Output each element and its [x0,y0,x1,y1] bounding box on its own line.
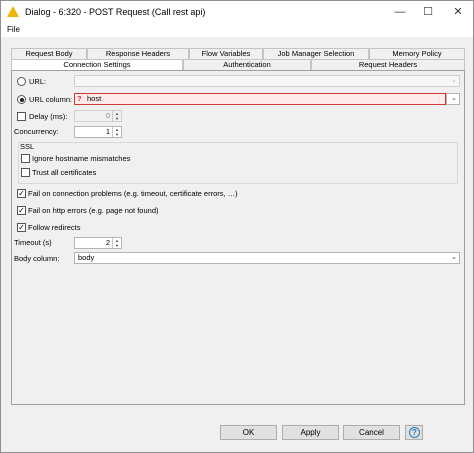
url-column-radio[interactable] [17,95,26,104]
url-column-dropdown[interactable]: ⌄ [446,93,460,105]
chevron-down-icon: ⌄ [451,77,457,84]
timeout-spinner[interactable]: 2 ▲ ▼ [74,237,122,249]
url-column-label: URL column: [29,95,73,104]
body-column-value: body [78,253,95,262]
fail-http-checkbox[interactable]: ✓ [17,206,26,215]
tab-connection-settings[interactable]: Connection Settings [11,59,183,70]
dialog-window: Dialog - 6:320 - POST Request (Call rest… [0,0,474,453]
tab-flow-variables[interactable]: Flow Variables [189,48,263,59]
concurrency-value: 1 [105,127,110,136]
warning-question-icon: ? [77,94,82,103]
fail-http-label: Fail on http errors (e.g. page not found… [28,206,159,215]
delay-spinner[interactable]: 0 ▲ ▼ [74,110,122,122]
delay-label: Delay (ms): [29,112,68,121]
follow-redirects-checkbox[interactable]: ✓ [17,223,26,232]
delay-checkbox[interactable] [17,112,26,121]
tab-request-headers[interactable]: Request Headers [311,59,465,70]
window-title: Dialog - 6:320 - POST Request (Call rest… [25,7,206,17]
spinner-arrows-icon[interactable]: ▲ ▼ [112,238,121,248]
body-column-select[interactable]: body ⌄ [74,252,460,264]
trust-certificates-label: Trust all certificates [32,168,97,177]
warning-triangle-icon [7,6,19,17]
timeout-value: 2 [105,238,110,247]
help-button[interactable]: ? [405,425,423,440]
tab-response-headers[interactable]: Response Headers [87,48,189,59]
trust-certificates-checkbox[interactable] [21,168,30,177]
url-column-select[interactable]: ? host [74,93,446,105]
url-label: URL: [29,77,47,86]
follow-redirects-label: Follow redirects [28,223,81,232]
ssl-group [18,142,458,184]
chevron-down-icon: ⌄ [451,254,457,261]
menu-bar: File [1,23,473,37]
tab-authentication[interactable]: Authentication [183,59,311,70]
spinner-arrows-icon[interactable]: ▲ ▼ [112,111,121,121]
concurrency-spinner[interactable]: 1 ▲ ▼ [74,126,122,138]
spinner-arrows-icon[interactable]: ▲ ▼ [112,127,121,137]
help-icon: ? [409,427,420,438]
close-button[interactable]: ✕ [442,1,474,23]
tab-request-body[interactable]: Request Body [11,48,87,59]
cancel-button[interactable]: Cancel [343,425,400,440]
url-column-value: host [87,94,102,103]
apply-button[interactable]: Apply [282,425,339,440]
url-input[interactable]: ⌄ [74,75,460,87]
title-bar[interactable]: Dialog - 6:320 - POST Request (Call rest… [1,1,473,23]
ignore-hostname-checkbox[interactable] [21,154,30,163]
body-column-label: Body column: [14,254,60,263]
ignore-hostname-label: Ignore hostname mismatches [32,154,131,163]
fail-connection-label: Fail on connection problems (e.g. timeou… [28,189,238,198]
menu-file[interactable]: File [7,25,20,34]
ok-button[interactable]: OK [220,425,277,440]
connection-settings-panel: URL: ⌄ URL column: ? host ⌄ Delay (ms): … [11,70,465,405]
tab-memory-policy[interactable]: Memory Policy [369,48,465,59]
url-radio[interactable] [17,77,26,86]
fail-connection-checkbox[interactable]: ✓ [17,189,26,198]
maximize-button[interactable]: ☐ [412,1,444,23]
delay-value: 0 [105,111,110,120]
timeout-label: Timeout (s) [14,238,52,247]
concurrency-label: Concurrency: [14,127,59,136]
tab-job-manager-selection[interactable]: Job Manager Selection [263,48,369,59]
chevron-down-icon: ⌄ [451,95,457,102]
